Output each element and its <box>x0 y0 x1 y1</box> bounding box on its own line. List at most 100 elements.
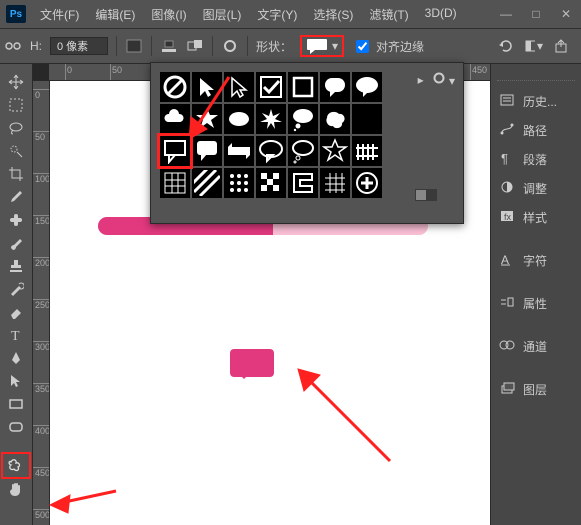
shape-think2[interactable] <box>287 135 319 167</box>
shape-grid2[interactable] <box>319 167 351 199</box>
thumbnail-size-slider[interactable] <box>415 189 437 201</box>
gear-icon[interactable] <box>221 37 239 55</box>
menu-image[interactable]: 图像(I) <box>145 2 192 27</box>
ps-logo: Ps <box>6 5 26 23</box>
shape-cursor2[interactable] <box>223 71 255 103</box>
flyout-arrow-icon[interactable]: ▸ <box>418 73 424 87</box>
shape-flyout[interactable]: ▸ ▾ <box>150 62 464 224</box>
hand-tool[interactable] <box>3 477 29 500</box>
menu-file[interactable]: 文件(F) <box>34 2 85 27</box>
height-input[interactable] <box>50 37 108 55</box>
shape-maze[interactable] <box>287 167 319 199</box>
shape-picker[interactable]: ▾ <box>300 35 344 57</box>
menu-select[interactable]: 选择(S) <box>307 2 359 27</box>
quick-select-tool[interactable] <box>3 139 29 162</box>
shape-cursor[interactable] <box>191 71 223 103</box>
char-icon: A <box>499 252 515 269</box>
move-tool[interactable] <box>3 70 29 93</box>
menu-type[interactable]: 文字(Y) <box>251 2 303 27</box>
eraser-tool[interactable] <box>3 300 29 323</box>
shape-burst[interactable] <box>191 103 223 135</box>
shape-stripes[interactable] <box>191 167 223 199</box>
panel-label: 历史... <box>523 93 557 110</box>
shape-banner[interactable] <box>223 135 255 167</box>
panel-adjust[interactable]: 调整 <box>491 174 581 203</box>
align-edges-checkbox[interactable]: 对齐边缘 <box>352 37 424 56</box>
marquee-tool[interactable] <box>3 93 29 116</box>
maximize-button[interactable]: □ <box>521 2 551 26</box>
brush-tool[interactable] <box>3 231 29 254</box>
fill-swatch-icon[interactable] <box>125 37 143 55</box>
reset-icon[interactable] <box>497 37 515 55</box>
shape-talk-rect[interactable] <box>159 135 191 167</box>
healing-tool[interactable] <box>3 208 29 231</box>
title-bar: Ps 文件(F) 编辑(E) 图像(I) 图层(L) 文字(Y) 选择(S) 滤… <box>0 0 581 29</box>
shape-burst2[interactable] <box>255 103 287 135</box>
panel-channel[interactable]: 通道 <box>491 332 581 361</box>
shape-fence[interactable] <box>351 135 383 167</box>
panel-props[interactable]: 属性 <box>491 289 581 318</box>
flyout-gear-icon[interactable]: ▾ <box>432 71 455 88</box>
rectangle-tool[interactable] <box>3 392 29 415</box>
props-icon <box>499 295 515 312</box>
close-button[interactable]: ✕ <box>551 2 581 26</box>
panel-path[interactable]: 路径 <box>491 116 581 145</box>
stamp-tool[interactable] <box>3 254 29 277</box>
panel-label: 字符 <box>523 252 547 269</box>
svg-text:fx: fx <box>504 212 512 222</box>
link-icon[interactable] <box>4 37 22 55</box>
pen-tool[interactable] <box>3 346 29 369</box>
shape-blob[interactable] <box>319 103 351 135</box>
align-icon[interactable] <box>160 37 178 55</box>
menu-filter[interactable]: 滤镜(T) <box>363 2 414 27</box>
panel-history[interactable]: 历史... <box>491 87 581 116</box>
shape-plus[interactable] <box>351 167 383 199</box>
menu-edit[interactable]: 编辑(E) <box>89 2 141 27</box>
shape-think[interactable] <box>287 103 319 135</box>
panel-style[interactable]: fx 样式 <box>491 203 581 232</box>
shape-bubble-oval[interactable] <box>351 71 383 103</box>
right-panels: 历史... 路径¶段落调整 fx 样式 A 字符属性通道图层 <box>490 64 581 525</box>
crop-tool[interactable] <box>3 162 29 185</box>
type-tool[interactable]: T <box>3 323 29 346</box>
channel-icon <box>499 338 515 355</box>
window-controls: — □ ✕ <box>491 2 581 26</box>
panel-paragraph[interactable]: ¶段落 <box>491 145 581 174</box>
shape-grid[interactable] <box>159 167 191 199</box>
lasso-tool[interactable] <box>3 116 29 139</box>
layers-icon <box>499 381 515 398</box>
shape-bubble-round[interactable] <box>319 71 351 103</box>
history-brush-tool[interactable] <box>3 277 29 300</box>
share-icon[interactable] <box>553 37 571 55</box>
speech-bubble-shape[interactable] <box>230 349 274 377</box>
speech-bubble-icon <box>306 38 328 54</box>
pathops-icon[interactable] <box>186 37 204 55</box>
shape-cloud[interactable] <box>159 103 191 135</box>
menu-3d[interactable]: 3D(D) <box>419 2 463 27</box>
shape-dots[interactable] <box>223 167 255 199</box>
shape-blank[interactable] <box>351 103 383 135</box>
panel-char[interactable]: A 字符 <box>491 246 581 275</box>
options-bar: H: 形状： ▾ 对齐边缘 ▾ <box>0 29 581 64</box>
shape-talk-soft[interactable] <box>191 135 223 167</box>
shape-talk-oval[interactable] <box>255 135 287 167</box>
height-label: H: <box>30 39 42 53</box>
align-edges-input[interactable] <box>356 40 369 53</box>
panel-layers[interactable]: 图层 <box>491 375 581 404</box>
shape-ellipse[interactable] <box>223 103 255 135</box>
panel-label: 样式 <box>523 209 547 226</box>
shape-check[interactable] <box>255 71 287 103</box>
shape-square[interactable] <box>287 71 319 103</box>
custom-shape-tool[interactable] <box>3 454 29 477</box>
path-select-tool[interactable] <box>3 369 29 392</box>
menu-layer[interactable]: 图层(L) <box>197 2 248 27</box>
shape-no[interactable] <box>159 71 191 103</box>
paragraph-icon: ¶ <box>499 151 515 168</box>
shape-burst3[interactable] <box>319 135 351 167</box>
eyedropper-tool[interactable] <box>3 185 29 208</box>
shape-checker[interactable] <box>255 167 287 199</box>
workspace-icon[interactable]: ▾ <box>525 37 543 55</box>
rounded-rect-tool[interactable] <box>3 415 29 438</box>
svg-text:A: A <box>501 253 509 266</box>
minimize-button[interactable]: — <box>491 2 521 26</box>
